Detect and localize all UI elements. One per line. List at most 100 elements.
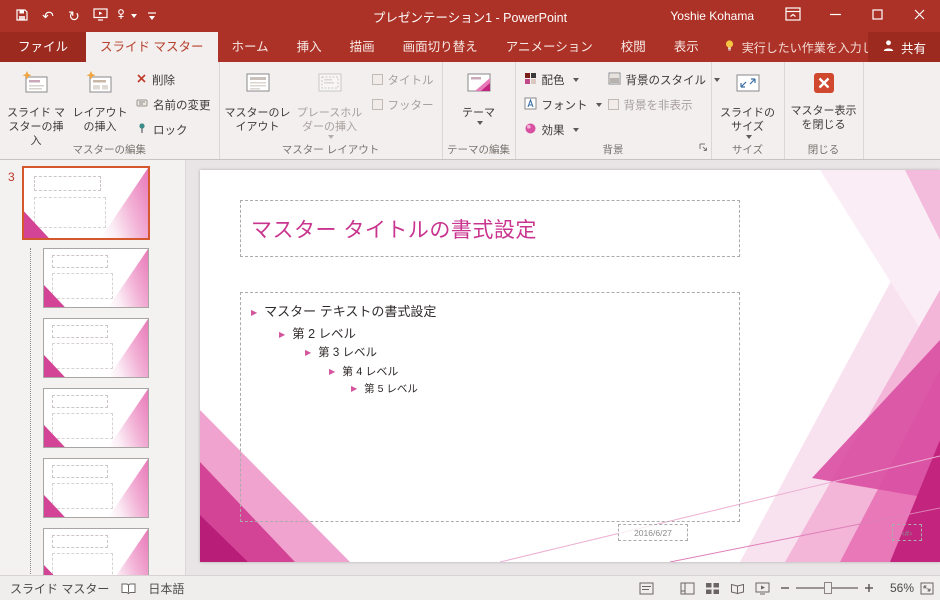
- layout-thumbnail-3[interactable]: [43, 388, 149, 448]
- zoom-slider[interactable]: [796, 582, 858, 594]
- share-label: 共有: [900, 41, 926, 56]
- bullet-icon: ▶: [251, 308, 258, 317]
- workspace: 3 マスター タイトルの書式設定 ▶ マスター テキストの書式設定 ▶ 第 2 …: [0, 160, 940, 575]
- tab-insert[interactable]: 挿入: [283, 32, 336, 62]
- insert-slide-master-button[interactable]: スライド マスターの挿入: [4, 65, 68, 147]
- zoom-percentage[interactable]: 56%: [880, 581, 914, 595]
- dropdown-caret-icon: [572, 127, 579, 132]
- insert-layout-button[interactable]: レイアウトの挿入: [68, 65, 132, 143]
- tab-draw[interactable]: 描画: [336, 32, 389, 62]
- body-placeholder[interactable]: ▶ マスター テキストの書式設定 ▶ 第 2 レベル ▶ 第 3 レベル ▶ 第…: [240, 292, 740, 522]
- tab-animations[interactable]: アニメーション: [492, 32, 607, 62]
- customize-qat-button[interactable]: [140, 3, 164, 29]
- group-label-size: サイズ: [731, 144, 764, 156]
- reading-view-button[interactable]: [730, 582, 745, 595]
- themes-button[interactable]: テーマ: [447, 65, 511, 143]
- language-status[interactable]: 日本語: [148, 580, 184, 597]
- master-layout-button[interactable]: マスターのレイアウト: [224, 65, 292, 143]
- close-button[interactable]: [898, 0, 940, 32]
- slide-sorter-view-button[interactable]: [705, 582, 720, 595]
- bullet-icon: ▶: [279, 330, 286, 339]
- checkbox-icon: [371, 74, 383, 85]
- account-user-name[interactable]: Yoshie Kohama: [670, 9, 754, 23]
- group-label-background: 背景: [602, 144, 624, 156]
- slide-editing-area: マスター タイトルの書式設定 ▶ マスター テキストの書式設定 ▶ 第 2 レベ…: [186, 160, 940, 575]
- view-status-label[interactable]: スライド マスター: [10, 580, 109, 597]
- bullet-text: 第 2 レベル: [292, 327, 357, 341]
- group-label-edit-theme: テーマの編集: [447, 144, 510, 156]
- group-master-layout: マスターのレイアウト プレースホルダーの挿入 タイトル フッター マスター レイ…: [220, 62, 443, 159]
- title-checkbox[interactable]: タイトル: [368, 69, 438, 90]
- bullet-level-4: ▶ 第 4 レベル: [329, 363, 729, 381]
- tab-slide-master[interactable]: スライド マスター: [86, 32, 218, 62]
- layout-thumbnail-2[interactable]: [43, 318, 149, 378]
- slide-number-placeholder[interactable]: ‹#›: [892, 524, 922, 541]
- title-placeholder[interactable]: マスター タイトルの書式設定: [240, 200, 740, 257]
- theme-fonts-button[interactable]: フォント: [520, 94, 604, 115]
- zoom-out-button[interactable]: [780, 583, 790, 593]
- share-button[interactable]: 共有: [867, 32, 940, 62]
- redo-button[interactable]: ↻: [62, 3, 86, 29]
- start-slideshow-button[interactable]: [88, 3, 112, 29]
- zoom-in-button[interactable]: [864, 583, 874, 593]
- save-button[interactable]: [10, 3, 34, 29]
- layout-thumbnail-1[interactable]: [43, 248, 149, 308]
- customize-qat-icon: [147, 8, 157, 24]
- ribbon-tab-bar: ファイル スライド マスター ホーム 挿入 描画 画面切り替え アニメーション …: [0, 32, 940, 62]
- delete-button[interactable]: 削除: [132, 69, 215, 90]
- tab-file[interactable]: ファイル: [0, 32, 87, 62]
- insert-slide-master-icon: [22, 70, 50, 103]
- dropdown-caret-icon: [477, 120, 483, 125]
- insert-layout-icon: [86, 70, 114, 103]
- tab-review[interactable]: 校閲: [607, 32, 660, 62]
- undo-button[interactable]: ↶: [36, 3, 60, 29]
- fit-to-window-button[interactable]: [920, 582, 934, 595]
- group-edit-master: スライド マスターの挿入 レイアウトの挿入 削除 名前の変更 ロック マスターの…: [0, 62, 220, 159]
- group-label-close: 閉じる: [807, 144, 840, 156]
- insert-placeholder-button[interactable]: プレースホルダーの挿入: [292, 65, 368, 143]
- close-master-view-button[interactable]: マスター表示を閉じる: [789, 65, 859, 143]
- layout-thumbnail-4[interactable]: [43, 458, 149, 518]
- dropdown-caret-icon: [746, 134, 752, 139]
- dialog-launcher-button[interactable]: [698, 139, 708, 157]
- minimize-button[interactable]: [814, 0, 856, 32]
- rename-label: 名前の変更: [153, 99, 211, 112]
- lightbulb-icon: [723, 39, 736, 55]
- touch-mouse-mode-button[interactable]: [114, 3, 138, 29]
- layout-thumbnail-5[interactable]: [43, 528, 149, 575]
- theme-effects-button[interactable]: 効果: [520, 119, 604, 140]
- master-layout-label: マスターのレイアウト: [224, 107, 291, 133]
- ribbon: スライド マスターの挿入 レイアウトの挿入 削除 名前の変更 ロック マスターの…: [0, 62, 940, 160]
- normal-view-button[interactable]: [680, 582, 695, 595]
- ribbon-display-options-button[interactable]: [772, 0, 814, 32]
- tab-home[interactable]: ホーム: [218, 32, 283, 62]
- footer-checkbox[interactable]: フッター: [368, 94, 438, 115]
- bullet-level-3: ▶ 第 3 レベル: [305, 344, 729, 363]
- zoom-slider-thumb[interactable]: [823, 582, 832, 594]
- insert-placeholder-icon: [316, 70, 344, 103]
- preserve-button[interactable]: ロック: [132, 119, 215, 140]
- notes-button[interactable]: [639, 582, 654, 595]
- slide-master-thumbnail[interactable]: [22, 166, 150, 240]
- slide-size-icon: [734, 70, 762, 103]
- date-placeholder[interactable]: 2016/6/27: [618, 524, 688, 541]
- hide-background-checkbox[interactable]: 背景を非表示: [604, 94, 725, 115]
- maximize-button[interactable]: [856, 0, 898, 32]
- theme-colors-button[interactable]: 配色: [520, 69, 604, 90]
- tab-view[interactable]: 表示: [660, 32, 713, 62]
- close-master-view-icon: [811, 70, 837, 101]
- slide-size-button[interactable]: スライドのサイズ: [716, 65, 780, 143]
- footer-checkbox-label: フッター: [387, 99, 434, 112]
- thumbnail-panel: 3: [0, 160, 186, 575]
- slideshow-view-button[interactable]: [755, 582, 770, 595]
- tab-transitions[interactable]: 画面切り替え: [389, 32, 492, 62]
- view-shortcuts: [680, 582, 770, 595]
- proofing-icon[interactable]: [121, 582, 136, 595]
- status-bar: スライド マスター 日本語 56%: [0, 575, 940, 600]
- background-styles-button[interactable]: 背景のスタイル: [604, 69, 725, 90]
- rename-button[interactable]: 名前の変更: [132, 94, 215, 115]
- dropdown-caret-icon: [572, 77, 579, 82]
- group-background: 配色 フォント 効果 背景のスタイル 背景を非表示 背景: [516, 62, 720, 159]
- dropdown-caret-icon: [328, 134, 334, 139]
- slide-canvas[interactable]: マスター タイトルの書式設定 ▶ マスター テキストの書式設定 ▶ 第 2 レベ…: [200, 170, 940, 562]
